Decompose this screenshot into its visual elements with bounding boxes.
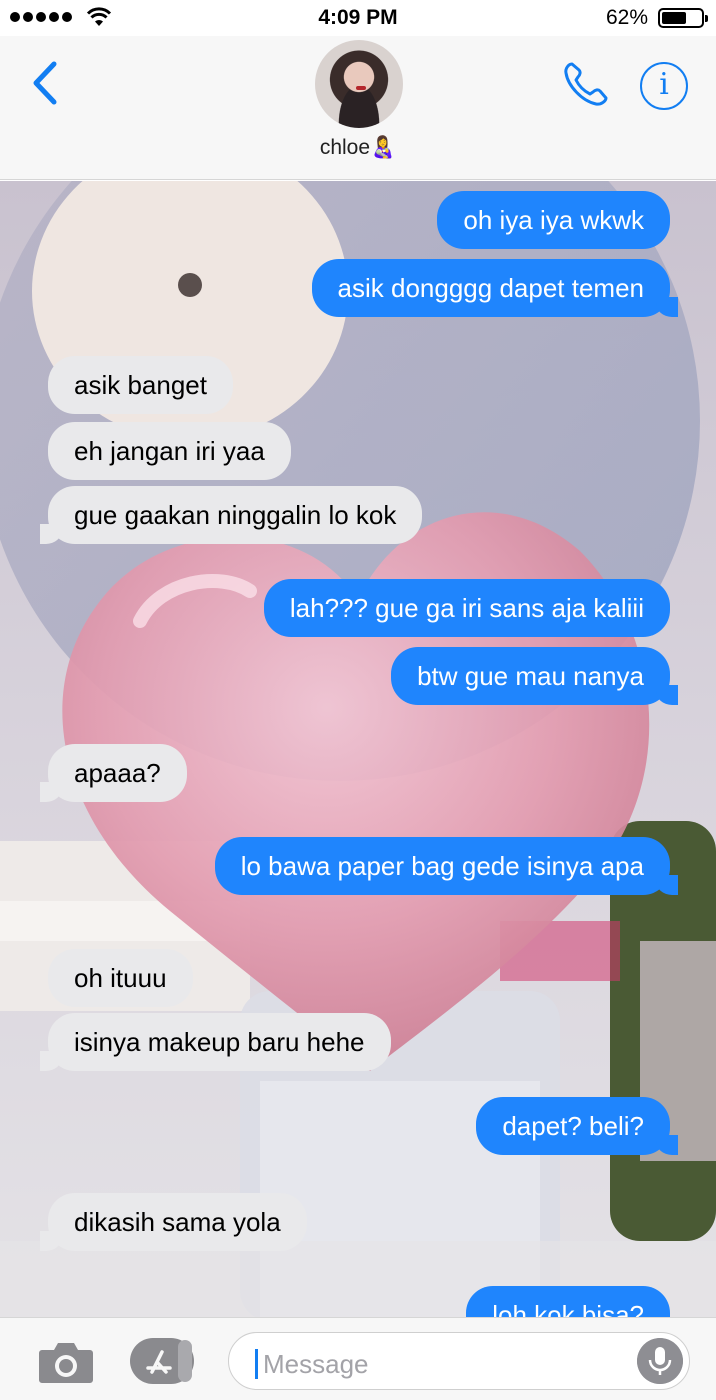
message-text: lo bawa paper bag gede isinya apa xyxy=(240,851,644,881)
message-text: apaaa? xyxy=(74,758,161,788)
received-message-bubble[interactable]: asik banget xyxy=(48,356,233,414)
message-text: lah??? gue ga iri sans aja kaliii xyxy=(289,593,644,623)
message-text: oh ituuu xyxy=(74,963,167,993)
camera-icon[interactable] xyxy=(38,1340,94,1384)
status-bar: 4:09 PM 62% xyxy=(0,0,716,36)
battery-percentage: 62% xyxy=(605,6,648,29)
received-message-bubble[interactable]: dikasih sama yola xyxy=(40,1193,307,1251)
phone-icon[interactable] xyxy=(560,58,612,110)
message-placeholder: Message xyxy=(263,1349,369,1379)
message-text: eh jangan iri yaa xyxy=(74,436,265,466)
received-message-bubble[interactable]: eh jangan iri yaa xyxy=(48,422,291,480)
info-icon[interactable]: i xyxy=(640,62,688,110)
message-input[interactable]: Message xyxy=(228,1332,690,1390)
sent-message-bubble[interactable]: loh kok bisa? xyxy=(466,1286,670,1317)
received-message-bubble[interactable]: apaaa? xyxy=(40,744,187,802)
message-thread[interactable]: oh iya iya wkwk asik dongggg dapet temen a… xyxy=(0,181,716,1317)
sent-message-bubble[interactable]: lah??? gue ga iri sans aja kaliii xyxy=(263,579,670,637)
chevron-left-icon[interactable] xyxy=(26,58,66,108)
message-text: btw gue mau nanya xyxy=(417,661,644,691)
sent-message-bubble[interactable]: lo bawa paper bag gede isinya apa xyxy=(214,837,679,895)
message-text: dikasih sama yola xyxy=(74,1207,281,1237)
message-input-bar: Message xyxy=(0,1317,716,1400)
received-message-bubble[interactable]: oh ituuu xyxy=(48,949,193,1007)
sent-message-bubble[interactable]: dapet? beli? xyxy=(476,1097,678,1155)
contact-avatar[interactable] xyxy=(315,40,403,128)
app-store-icon[interactable] xyxy=(130,1338,194,1384)
message-text: gue gaakan ninggalin lo kok xyxy=(74,500,397,530)
message-text: isinya makeup baru hehe xyxy=(74,1027,365,1057)
message-text: dapet? beli? xyxy=(502,1111,644,1141)
message-text: loh kok bisa? xyxy=(492,1300,644,1317)
battery-icon xyxy=(658,8,708,28)
sent-message-bubble[interactable]: asik dongggg dapet temen xyxy=(311,259,679,317)
received-message-bubble[interactable]: gue gaakan ninggalin lo kok xyxy=(39,486,423,544)
message-text: asik dongggg dapet temen xyxy=(337,273,644,303)
message-text: asik banget xyxy=(74,370,207,400)
sent-message-bubble[interactable]: oh iya iya wkwk xyxy=(437,191,670,249)
contact-name[interactable]: chloe👩‍🍼 xyxy=(0,136,716,160)
conversation-header: chloe👩‍🍼 i xyxy=(0,36,716,180)
message-text: oh iya iya wkwk xyxy=(463,205,644,235)
sent-message-bubble[interactable]: btw gue mau nanya xyxy=(391,647,678,705)
received-message-bubble[interactable]: isinya makeup baru hehe xyxy=(40,1013,391,1071)
microphone-icon[interactable] xyxy=(637,1338,683,1384)
